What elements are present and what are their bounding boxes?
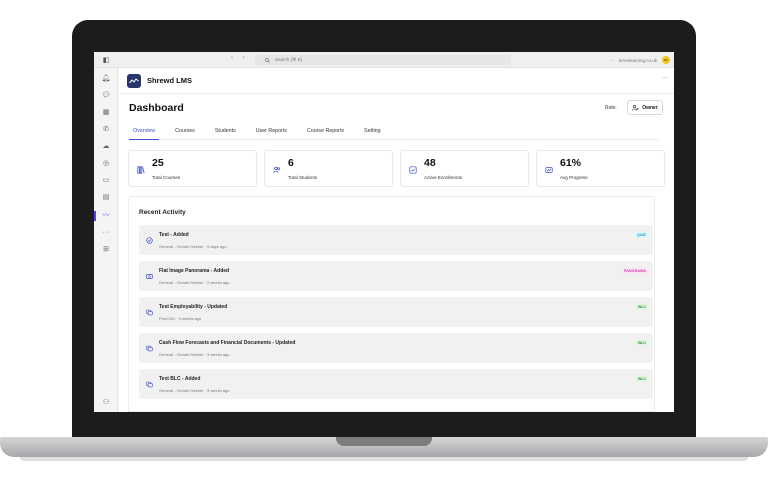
nav-arrows[interactable]: ‹ ›: [231, 55, 249, 61]
stat-label: Active Enrollments: [424, 175, 463, 180]
tab-course-reports[interactable]: Course Reports: [303, 124, 348, 140]
page-title: Dashboard: [129, 102, 184, 114]
search-icon: [265, 57, 270, 63]
compass-icon[interactable]: ◎: [101, 159, 111, 169]
recent-activity-title: Recent Activity: [139, 209, 186, 216]
check-circle-icon: [146, 237, 153, 244]
type-badge: BLC: [635, 304, 649, 310]
stat-card-courses: 25 Total Courses: [128, 150, 257, 187]
activity-meta: General - Growth Seeker · 2 weeks ago: [159, 280, 230, 285]
role-value: Owner: [642, 104, 658, 111]
browser-right: ··· leruelearning.co.uk SY: [609, 56, 670, 64]
app-header: Shrewd LMS ···: [119, 68, 674, 94]
activity-meta: General - Growth Seeker · 3 weeks ago: [159, 388, 230, 393]
activity-item[interactable]: Flat Image Panorama - Added General - Gr…: [139, 261, 653, 291]
app-name: Shrewd LMS: [147, 76, 193, 85]
add-app-icon[interactable]: ⊞: [101, 245, 111, 255]
site-url: leruelearning.co.uk: [618, 57, 657, 63]
stat-card-enrollments: 48 Active Enrollments: [400, 150, 529, 187]
activity-item[interactable]: Cash Flow Forecasts and Financial Docume…: [139, 333, 653, 363]
tab-courses[interactable]: Courses: [171, 124, 199, 140]
app-more-icon[interactable]: ···: [662, 75, 668, 81]
stat-card-progress: 61% Avg Progress: [536, 150, 665, 187]
layers-icon: [146, 345, 153, 352]
activity-meta: General - Growth Seeker · 5 days ago: [159, 244, 227, 249]
activity-name: Test - Added: [159, 232, 189, 238]
tab-bar: Overview Courses Students User Reports C…: [129, 124, 659, 140]
type-badge: PANORAMA: [620, 268, 649, 274]
role-label: Role:: [605, 105, 617, 111]
user-role-icon: [632, 104, 639, 111]
activity-name: Test Employability - Updated: [159, 304, 228, 310]
image-icon: [146, 274, 153, 279]
more-icon[interactable]: ···: [609, 58, 614, 63]
cloud-icon[interactable]: ☁: [101, 142, 111, 152]
video-icon[interactable]: ▭: [101, 176, 111, 186]
type-badge: QUIZ: [633, 232, 649, 238]
stat-label: Total Students: [288, 175, 318, 180]
stat-value: 61%: [560, 157, 582, 169]
stat-label: Total Courses: [152, 175, 181, 180]
stat-label: Avg Progress: [560, 175, 588, 180]
recent-activity-panel: Recent Activity Test - Added General - G…: [128, 196, 655, 412]
stat-card-students: 6 Total Students: [264, 150, 393, 187]
stat-value: 48: [424, 157, 436, 169]
browser-topbar: ◧ ‹ › Search (⌘ E) ··· leruelearning.co.…: [94, 52, 674, 68]
activity-item[interactable]: Test Employability - Updated Prod 001 · …: [139, 297, 653, 327]
lms-app: Shrewd LMS ··· Dashboard Role: Owner Ove…: [119, 68, 674, 412]
tab-setting[interactable]: Setting: [360, 124, 385, 140]
tab-students[interactable]: Students: [211, 124, 240, 140]
phone-icon[interactable]: ✆: [101, 125, 111, 135]
stats-row: 25 Total Courses 6 Total Students 48 Act…: [128, 150, 665, 187]
activity-meta: General - Growth Seeker · 3 weeks ago: [159, 352, 230, 357]
calendar-icon[interactable]: ▦: [101, 108, 111, 118]
search-placeholder: Search (⌘ E): [275, 57, 303, 62]
tab-user-reports[interactable]: User Reports: [252, 124, 291, 140]
type-badge: BLC: [635, 340, 649, 346]
tab-overview[interactable]: Overview: [129, 124, 160, 140]
activity-item[interactable]: Test - Added General - Growth Seeker · 5…: [139, 225, 653, 255]
activity-item[interactable]: Text BLC - Added General - Growth Seeker…: [139, 369, 653, 399]
books-icon: [137, 166, 145, 174]
users-icon: [273, 166, 280, 173]
rail-active-indicator: [94, 211, 96, 221]
layers-icon: [146, 381, 153, 388]
activity-name: Text BLC - Added: [159, 376, 201, 382]
activity-name: Flat Image Panorama - Added: [159, 268, 230, 274]
search-input[interactable]: Search (⌘ E): [255, 55, 511, 65]
bell-icon[interactable]: 🔔︎: [101, 74, 111, 84]
user-settings-icon[interactable]: ⚇: [101, 398, 111, 408]
avatar[interactable]: SY: [662, 56, 670, 64]
more-apps-icon[interactable]: ···: [101, 228, 111, 238]
laptop-shadow: [20, 457, 748, 461]
laptop-mockup: ◧ ‹ › Search (⌘ E) ··· leruelearning.co.…: [0, 0, 768, 480]
stat-value: 25: [152, 157, 164, 169]
icon-rail: 🔔︎ 💬︎ ▦ ✆ ☁ ◎ ▭ ▤ 〰 ··· ⊞ ⚇: [94, 68, 118, 412]
layers-icon: [146, 309, 153, 316]
type-badge: BLC: [635, 376, 649, 382]
chart-icon: [545, 167, 553, 173]
check-square-icon: [409, 166, 417, 174]
contacts-icon[interactable]: ▤: [101, 193, 111, 203]
activity-meta: Prod 001 · 3 weeks ago: [159, 316, 202, 321]
laptop-notch: [336, 437, 432, 446]
stat-value: 6: [288, 157, 294, 169]
role-button[interactable]: Owner: [627, 100, 663, 115]
app-logo-icon: [127, 73, 141, 88]
screen: ◧ ‹ › Search (⌘ E) ··· leruelearning.co.…: [94, 52, 674, 412]
activity-icon[interactable]: 〰: [101, 211, 111, 221]
activity-name: Cash Flow Forecasts and Financial Docume…: [159, 340, 296, 346]
chat-icon[interactable]: 💬︎: [101, 91, 111, 101]
sidebar-toggle-icon[interactable]: ◧: [94, 56, 118, 64]
